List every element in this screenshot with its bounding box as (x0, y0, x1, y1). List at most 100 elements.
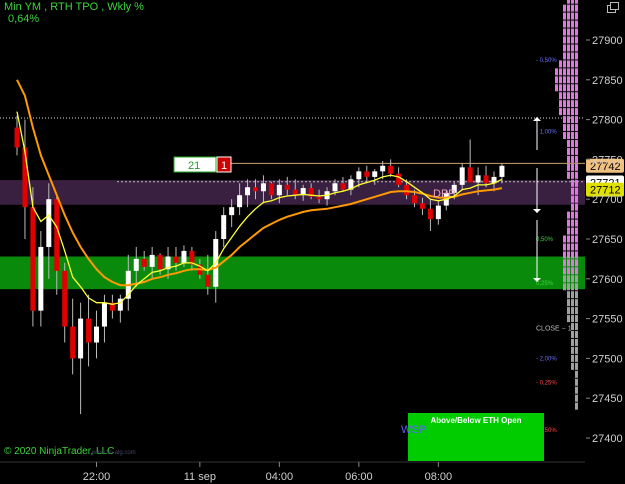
y-tick-label: 27450 (592, 393, 623, 405)
tpo-block (575, 28, 578, 36)
candle-body (388, 165, 394, 174)
candle-body (332, 183, 338, 192)
tpo-block (567, 68, 570, 76)
tpo-block (555, 84, 558, 92)
candle-body (404, 184, 410, 196)
tpo-block (575, 4, 578, 12)
tpo-block (563, 20, 566, 28)
tpo-block (571, 68, 574, 76)
tpo-block (563, 36, 566, 44)
candle-body (499, 165, 505, 177)
candle-body (459, 167, 465, 185)
tpo-block (567, 116, 570, 124)
watermark: www.fin-alg.com (92, 450, 136, 456)
tpo-block (575, 147, 578, 155)
tpo-block (555, 76, 558, 84)
tpo-block (567, 307, 570, 315)
candle-body (276, 184, 282, 196)
y-tick-label: 27650 (592, 234, 623, 246)
tpo-block (563, 68, 566, 76)
tpo-block (575, 171, 578, 179)
tpo-block (575, 259, 578, 267)
tpo-block (571, 60, 574, 68)
tpo-block (563, 108, 566, 116)
tpo-block (563, 267, 566, 275)
tpo-block (571, 0, 574, 4)
candle-body (260, 183, 266, 192)
tpo-block (563, 76, 566, 84)
tpo-block (563, 243, 566, 251)
candle-body (22, 147, 28, 208)
tpo-block (571, 92, 574, 100)
tpo-block (567, 100, 570, 108)
pct-level-label: 0,50% (536, 237, 554, 243)
tpo-block (555, 68, 558, 76)
tpo-block (567, 155, 570, 163)
candle-body (30, 207, 36, 311)
tpo-block (567, 0, 570, 4)
tpo-block (571, 227, 574, 235)
window-restore-icon[interactable] (606, 2, 620, 14)
tpo-block (571, 4, 574, 12)
y-tick-label: 27400 (592, 433, 623, 445)
tpo-block (567, 211, 570, 219)
pct-level-label: - 2,00% (536, 356, 557, 362)
tpo-block (575, 36, 578, 44)
tpo-block (575, 394, 578, 402)
candle-body (133, 258, 139, 271)
tpo-block (559, 100, 562, 108)
tpo-block (567, 163, 570, 171)
tpo-block (571, 20, 574, 28)
candle-body (475, 175, 481, 183)
tpo-block (571, 219, 574, 227)
tpo-block (571, 28, 574, 36)
tpo-block (567, 76, 570, 84)
candle-body (396, 173, 402, 185)
tpo-block (559, 108, 562, 116)
tpo-block (575, 68, 578, 76)
tpo-block (575, 275, 578, 283)
tpo-block (575, 243, 578, 251)
y-tick-label: 27500 (592, 353, 623, 365)
tpo-block (575, 307, 578, 315)
tpo-block (571, 291, 574, 299)
tpo-block (575, 44, 578, 52)
candle-body (467, 167, 473, 183)
candle-body (483, 175, 489, 184)
tpo-block (567, 219, 570, 227)
candle-body (46, 199, 52, 247)
candle-body (419, 203, 425, 209)
tpo-block (571, 124, 574, 132)
tpo-block (559, 76, 562, 84)
candle-body (435, 205, 441, 220)
tpo-block (575, 187, 578, 195)
tpo-block (571, 211, 574, 219)
tpo-block (563, 84, 566, 92)
tpo-block (567, 92, 570, 100)
tpo-block (567, 315, 570, 323)
tpo-block (571, 354, 574, 362)
tpo-block (567, 52, 570, 60)
tpo-block (575, 92, 578, 100)
price-chart[interactable]: + 1,50%- 0,50%- 1,00%0,50%0,25%- 2,00%- … (0, 0, 625, 484)
tpo-block (575, 100, 578, 108)
tpo-block (567, 139, 570, 147)
tpo-block (575, 386, 578, 394)
tpo-block (571, 362, 574, 370)
tpo-block (571, 346, 574, 354)
tpo-block (567, 235, 570, 243)
candle-body (94, 326, 99, 343)
tpo-block (575, 124, 578, 132)
tpo-block (571, 299, 574, 307)
tpo-block (567, 251, 570, 259)
tpo-block (575, 203, 578, 211)
tpo-block (571, 76, 574, 84)
tpo-block (575, 211, 578, 219)
tpo-block (575, 195, 578, 203)
tpo-block (571, 243, 574, 251)
y-tick-label: 27750 (592, 154, 623, 166)
y-tick-label: 27850 (592, 75, 623, 87)
tpo-block (575, 346, 578, 354)
y-tick-label: 27900 (592, 35, 623, 47)
candle-body (316, 196, 322, 200)
